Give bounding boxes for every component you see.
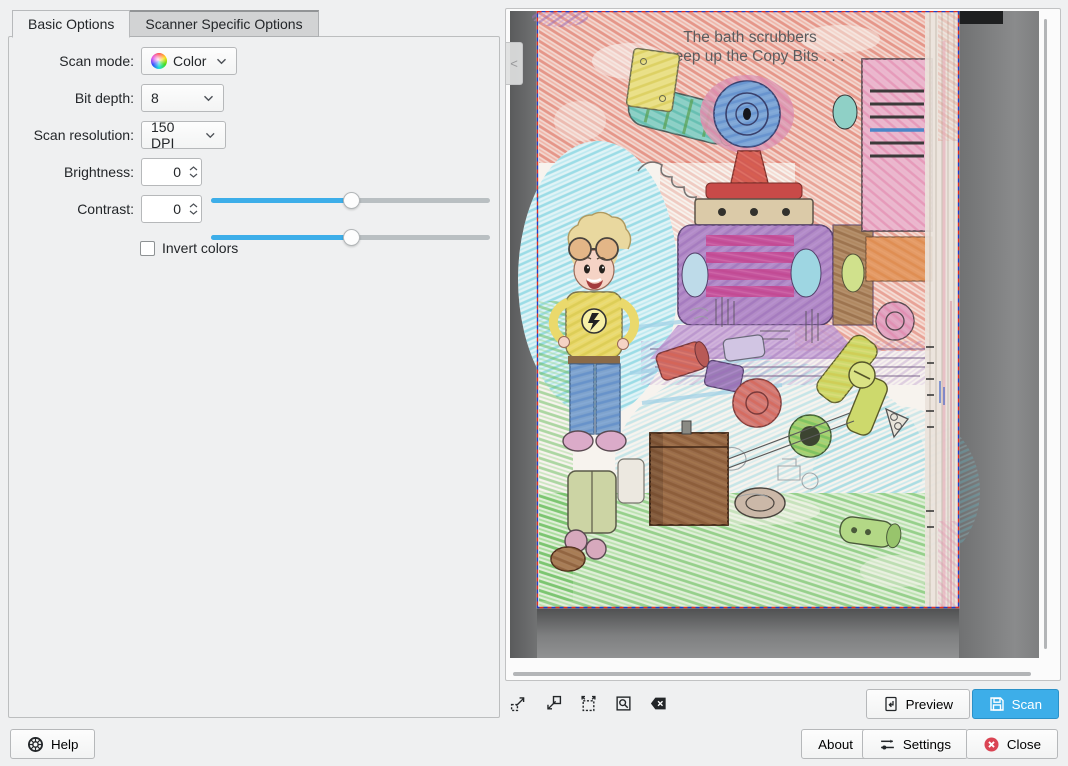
- scan-mode-value: Color: [173, 53, 206, 69]
- brightness-slider[interactable]: [211, 192, 490, 209]
- spin-arrows-icon[interactable]: [185, 203, 201, 215]
- page-caption-line2: sweep up the Copy Bits . . .: [656, 48, 845, 65]
- contrast-slider[interactable]: [211, 229, 490, 246]
- bit-depth-dropdown[interactable]: 8: [141, 84, 224, 112]
- preview-button-label: Preview: [906, 697, 953, 712]
- configure-sliders-icon: [879, 736, 896, 753]
- chevron-down-icon: [216, 58, 227, 65]
- contrast-slider-handle[interactable]: [343, 229, 360, 246]
- help-icon: [27, 736, 44, 753]
- skanlite-window: { "tabs": [ { "label": "Basic Options", …: [0, 0, 1068, 766]
- about-button[interactable]: About: [801, 729, 870, 759]
- scanned-page-preview: The bath scrubbers sweep up the Copy Bit…: [510, 11, 1039, 658]
- brightness-value: 0: [142, 164, 185, 180]
- settings-button[interactable]: Settings: [862, 729, 968, 759]
- brightness-slider-handle[interactable]: [343, 192, 360, 209]
- brightness-spinbox[interactable]: 0: [141, 158, 202, 186]
- preview-horizontal-scrollbar[interactable]: [513, 672, 1031, 676]
- tab-scanner-specific-options[interactable]: Scanner Specific Options: [130, 10, 318, 37]
- help-button[interactable]: Help: [10, 729, 95, 759]
- save-scan-icon: [989, 696, 1005, 712]
- bit-depth-value: 8: [151, 90, 159, 106]
- spin-arrows-icon[interactable]: [185, 166, 201, 178]
- contrast-spinbox[interactable]: 0: [141, 195, 202, 223]
- contrast-label: Contrast:: [9, 201, 134, 217]
- chevron-down-icon: [205, 132, 216, 139]
- basic-options-panel: Scan mode: Color Bit depth: 8 Scan resol…: [8, 36, 500, 718]
- help-button-label: Help: [51, 737, 78, 752]
- scan-mode-label: Scan mode:: [9, 53, 134, 69]
- brightness-label: Brightness:: [9, 164, 134, 180]
- close-button-label: Close: [1007, 737, 1041, 752]
- close-button[interactable]: Close: [966, 729, 1058, 759]
- about-button-label: About: [818, 737, 853, 752]
- scan-button-label: Scan: [1012, 697, 1042, 712]
- close-icon: [983, 736, 1000, 753]
- scan-button[interactable]: Scan: [972, 689, 1059, 719]
- zoom-out-icon[interactable]: [510, 695, 527, 712]
- zoom-to-selection-icon[interactable]: [580, 695, 597, 712]
- tab-basic-options[interactable]: Basic Options: [12, 10, 130, 38]
- zoom-to-fit-icon[interactable]: [615, 695, 632, 712]
- options-tab-bar: Basic Options Scanner Specific Options: [12, 10, 319, 38]
- panel-collapse-handle[interactable]: <: [506, 42, 523, 85]
- bit-depth-label: Bit depth:: [9, 90, 134, 106]
- scan-mode-dropdown[interactable]: Color: [141, 47, 237, 75]
- clear-selections-icon[interactable]: [650, 695, 667, 712]
- color-wheel-icon: [151, 53, 167, 69]
- invert-colors-checkbox[interactable]: [140, 241, 155, 256]
- scan-preview-area[interactable]: The bath scrubbers sweep up the Copy Bit…: [510, 11, 1039, 658]
- chevron-down-icon: [203, 95, 214, 102]
- invert-colors-label: Invert colors: [162, 240, 238, 256]
- scan-resolution-label: Scan resolution:: [9, 127, 134, 143]
- scan-resolution-dropdown[interactable]: 150 DPI: [141, 121, 226, 149]
- scan-preview-frame: The bath scrubbers sweep up the Copy Bit…: [505, 8, 1061, 681]
- settings-button-label: Settings: [903, 737, 951, 752]
- preview-button[interactable]: Preview: [866, 689, 970, 719]
- zoom-in-icon[interactable]: [545, 695, 562, 712]
- document-preview-icon: [883, 696, 899, 712]
- preview-vertical-scrollbar[interactable]: [1044, 19, 1047, 649]
- scan-resolution-value: 150 DPI: [151, 119, 199, 151]
- page-caption-line1: The bath scrubbers: [683, 29, 817, 46]
- contrast-value: 0: [142, 201, 185, 217]
- preview-zoom-toolbar: [510, 695, 667, 712]
